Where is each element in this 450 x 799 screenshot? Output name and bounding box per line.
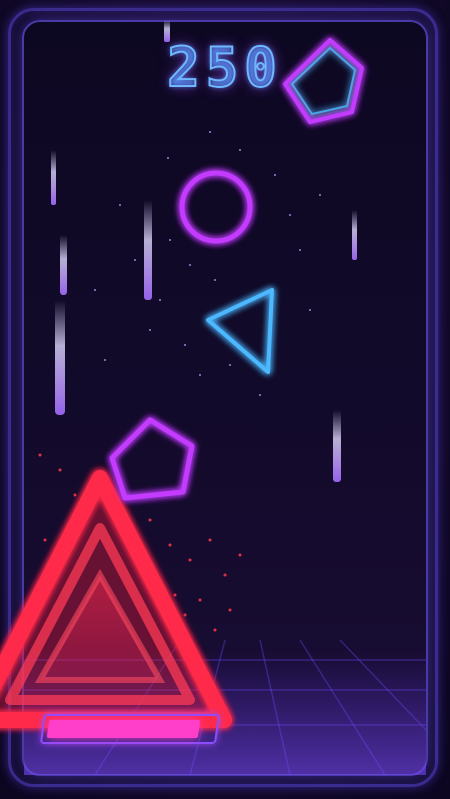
pentagon-top-right [283,38,364,124]
particles [94,131,321,396]
energy-bar-fill [46,720,201,738]
triangle-icon [206,288,274,374]
pentagon-icon [109,417,195,501]
red-triangle-hazard [0,470,232,728]
score-display: 250 [166,35,283,100]
game-screen: 250 [0,0,450,799]
playfield[interactable] [0,0,450,799]
energy-bar [39,714,221,744]
circle-icon [179,170,253,244]
